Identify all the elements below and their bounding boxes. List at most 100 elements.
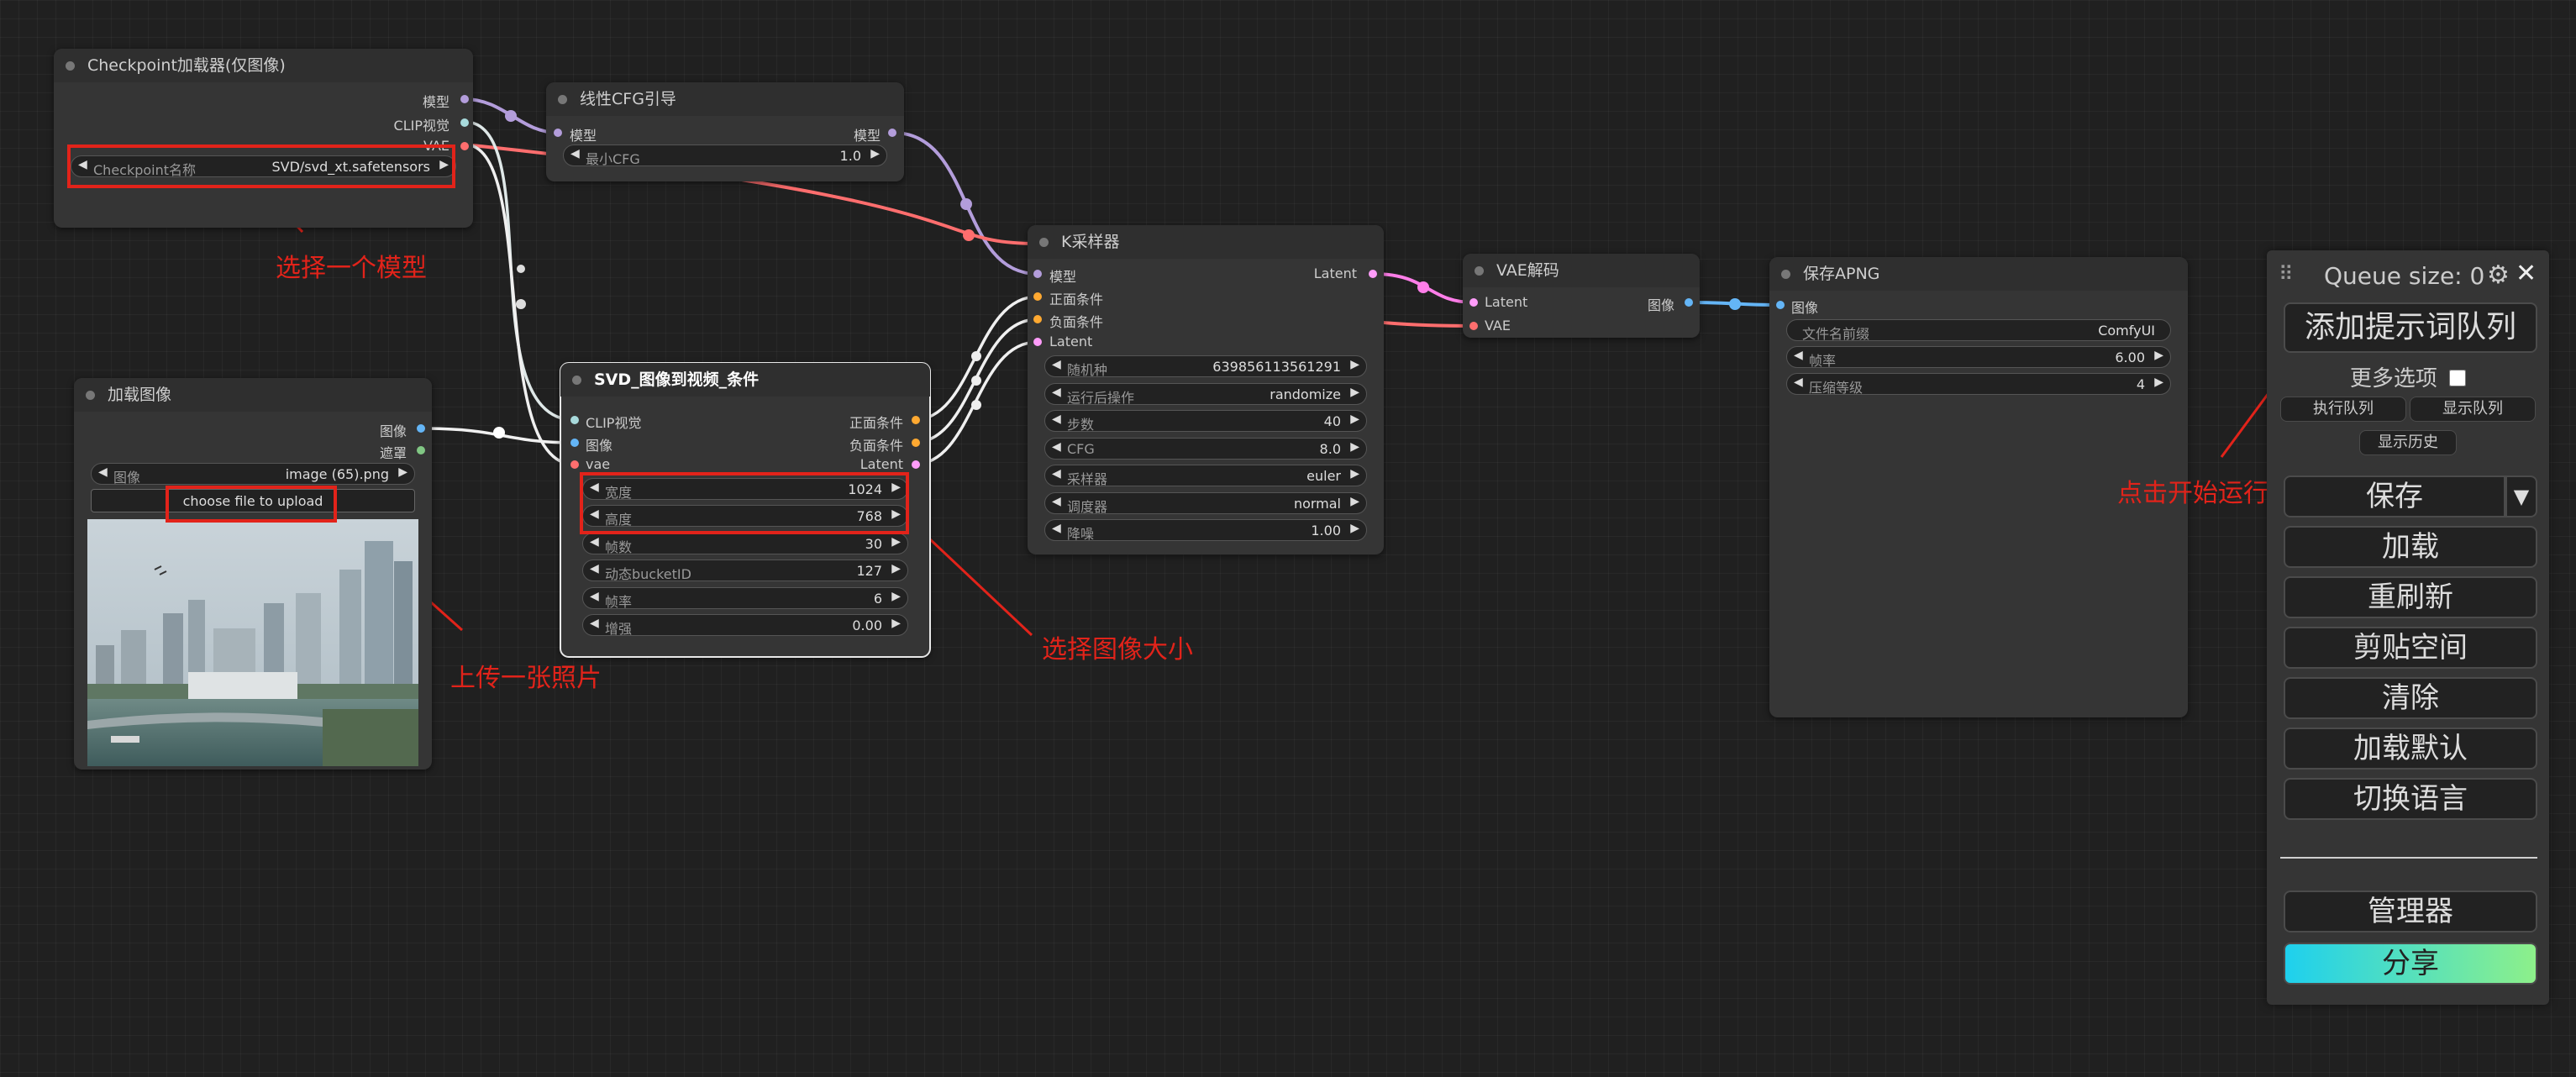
denoise-widget[interactable]: ◀ 降噪 1.00 ▶ [1044, 519, 1367, 542]
arrow-left-icon[interactable]: ◀ [590, 562, 599, 575]
arrow-left-icon[interactable]: ◀ [98, 465, 108, 479]
collapse-dot[interactable] [1781, 270, 1790, 279]
load-button[interactable]: 加载 [2284, 526, 2537, 568]
node-title[interactable]: 加载图像 [74, 378, 432, 412]
arrow-left-icon[interactable]: ◀ [1052, 412, 1061, 426]
input-vae-port[interactable] [1469, 322, 1478, 330]
input-image[interactable]: 图像 [1791, 297, 1818, 317]
output-mask[interactable]: 遮罩 [380, 442, 407, 462]
output-image[interactable]: 图像 [380, 420, 407, 440]
fps-widget[interactable]: ◀ 帧率 6.00 ▶ [1786, 346, 2171, 369]
arrow-left-icon[interactable]: ◀ [1052, 358, 1061, 371]
arrow-right-icon[interactable]: ▶ [1350, 358, 1359, 371]
refresh-button[interactable]: 重刷新 [2284, 576, 2537, 618]
input-model[interactable]: 模型 [570, 124, 597, 144]
vae-decode-node[interactable]: VAE解码 Latent VAE 图像 [1463, 254, 1700, 338]
gear-icon[interactable]: ⚙ [2487, 260, 2510, 290]
arrow-right-icon[interactable]: ▶ [891, 535, 901, 549]
show-queue-button[interactable]: 显示队列 [2410, 397, 2536, 422]
fps-widget[interactable]: ◀ 帧率 6 ▶ [582, 587, 908, 610]
input-image-port[interactable] [1776, 301, 1785, 309]
manager-button[interactable]: 管理器 [2284, 890, 2537, 933]
arrow-right-icon[interactable]: ▶ [891, 562, 901, 575]
output-positive-port[interactable] [912, 416, 920, 424]
input-positive-port[interactable] [1033, 292, 1042, 301]
input-model-port[interactable] [1033, 270, 1042, 278]
arrow-right-icon[interactable]: ▶ [1350, 440, 1359, 454]
node-title[interactable]: 线性CFG引导 [546, 82, 904, 116]
arrow-left-icon[interactable]: ◀ [1794, 376, 1803, 389]
show-history-button[interactable]: 显示历史 [2359, 430, 2457, 455]
share-button[interactable]: 分享 [2284, 943, 2537, 985]
output-negative[interactable]: 负面条件 [849, 434, 903, 454]
input-model[interactable]: 模型 [1049, 265, 1076, 286]
input-vae[interactable]: VAE [1485, 318, 1511, 334]
arrow-left-icon[interactable]: ◀ [590, 535, 599, 549]
output-mask-port[interactable] [417, 446, 425, 454]
augmentation-widget[interactable]: ◀ 增强 0.00 ▶ [582, 614, 908, 637]
image-combo[interactable]: ◀ 图像 image (65).png ▶ [91, 463, 415, 486]
arrow-right-icon[interactable]: ▶ [1350, 412, 1359, 426]
node-title[interactable]: 保存APNG [1769, 257, 2188, 291]
arrow-left-icon[interactable]: ◀ [1052, 386, 1061, 399]
output-latent-port[interactable] [912, 460, 920, 469]
collapse-dot[interactable] [1475, 266, 1484, 276]
scheduler-widget[interactable]: ◀ 调度器 normal ▶ [1044, 492, 1367, 515]
save-button[interactable]: 保存 [2284, 475, 2505, 517]
collapse-dot[interactable] [86, 391, 95, 400]
output-clip-vision-port[interactable] [460, 118, 469, 127]
output-latent[interactable]: Latent [860, 456, 903, 472]
cfg-widget[interactable]: ◀ CFG 8.0 ▶ [1044, 438, 1367, 460]
arrow-right-icon[interactable]: ▶ [1350, 495, 1359, 508]
output-model[interactable]: 模型 [854, 124, 881, 144]
seed-widget[interactable]: ◀ 随机种 639856113561291 ▶ [1044, 355, 1367, 378]
output-clip-vision[interactable]: CLIP视觉 [394, 114, 449, 134]
arrow-left-icon[interactable]: ◀ [590, 590, 599, 603]
linear-cfg-node[interactable]: 线性CFG引导 模型 模型 ◀ 最小CFG 1.0 ▶ [546, 82, 904, 181]
output-negative-port[interactable] [912, 439, 920, 447]
clipspace-button[interactable]: 剪贴空间 [2284, 627, 2537, 669]
input-negative-port[interactable] [1033, 315, 1042, 323]
arrow-left-icon[interactable]: ◀ [590, 617, 599, 630]
input-image-port[interactable] [570, 439, 579, 447]
clear-button[interactable]: 清除 [2284, 677, 2537, 719]
ksampler-node[interactable]: K采样器 模型 正面条件 负面条件 Latent Latent ◀ 随机种 6398… [1028, 225, 1384, 554]
input-image[interactable]: 图像 [586, 434, 612, 454]
input-positive[interactable]: 正面条件 [1049, 288, 1103, 308]
arrow-right-icon[interactable]: ▶ [891, 617, 901, 630]
arrow-right-icon[interactable]: ▶ [1350, 522, 1359, 535]
arrow-right-icon[interactable]: ▶ [2154, 349, 2163, 362]
input-vae[interactable]: vae [586, 456, 610, 472]
drag-handle-icon[interactable]: ⠿ [2279, 262, 2294, 286]
output-model-port[interactable] [460, 95, 469, 103]
collapse-dot[interactable] [558, 95, 567, 104]
arrow-right-icon[interactable]: ▶ [398, 465, 407, 479]
arrow-right-icon[interactable]: ▶ [891, 590, 901, 603]
output-model[interactable]: 模型 [423, 91, 449, 111]
checkpoint-loader-node[interactable]: Checkpoint加载器(仅图像) 模型 CLIP视觉 VAE ◀ Check… [54, 49, 473, 228]
node-title[interactable]: SVD_图像到视频_条件 [560, 363, 930, 397]
filename-prefix-widget[interactable]: 文件名前缀 ComfyUI [1786, 319, 2171, 342]
output-latent-port[interactable] [1369, 270, 1377, 278]
arrow-left-icon[interactable]: ◀ [570, 147, 580, 160]
sampler-widget[interactable]: ◀ 采样器 euler ▶ [1044, 465, 1367, 487]
input-clip-vision[interactable]: CLIP视觉 [586, 412, 641, 432]
input-latent[interactable]: Latent [1485, 294, 1527, 310]
more-options-checkbox[interactable] [2449, 369, 2467, 386]
input-clip-vision-port[interactable] [570, 416, 579, 424]
input-latent[interactable]: Latent [1049, 334, 1092, 349]
collapse-dot[interactable] [1039, 238, 1049, 247]
arrow-left-icon[interactable]: ◀ [1052, 495, 1061, 508]
arrow-left-icon[interactable]: ◀ [1052, 440, 1061, 454]
queue-prompt-button[interactable]: 添加提示词队列 [2284, 302, 2537, 353]
input-latent-port[interactable] [1033, 338, 1042, 346]
collapse-dot[interactable] [66, 61, 75, 71]
video-frames-widget[interactable]: ◀ 帧数 30 ▶ [582, 533, 908, 555]
save-dropdown-button[interactable]: ▼ [2505, 475, 2537, 517]
input-vae-port[interactable] [570, 460, 579, 469]
output-latent[interactable]: Latent [1314, 265, 1357, 281]
output-positive[interactable]: 正面条件 [849, 412, 903, 432]
arrow-right-icon[interactable]: ▶ [870, 147, 880, 160]
load-image-node[interactable]: 加载图像 图像 遮罩 ◀ 图像 image (65).png ▶ choose fil… [74, 378, 432, 770]
execute-queue-button[interactable]: 执行队列 [2280, 397, 2406, 422]
